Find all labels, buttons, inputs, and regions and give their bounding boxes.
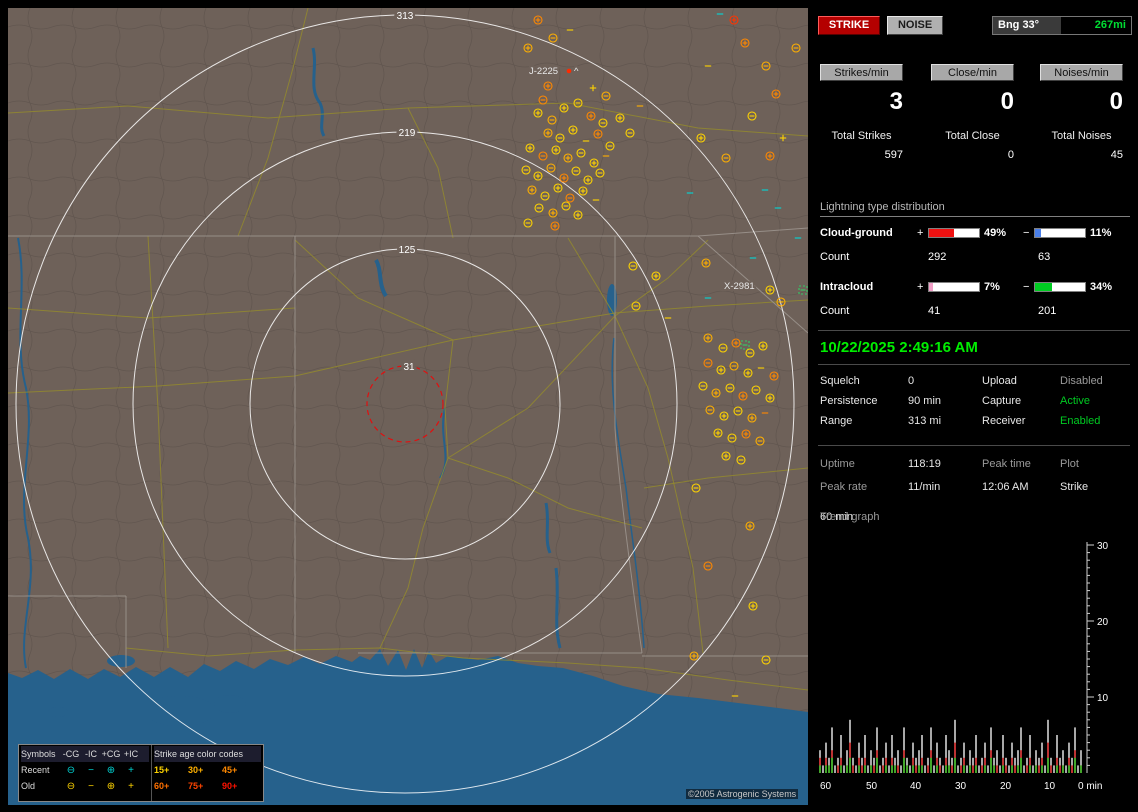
- total-noises-value: 45: [1110, 149, 1123, 161]
- legend-symbols-header: Symbols: [21, 749, 56, 759]
- cg-neg-sign: −: [1023, 226, 1030, 239]
- svg-text:50: 50: [866, 781, 878, 792]
- receiver-label: Receiver: [982, 415, 1026, 427]
- station-id-label: J-2225: [529, 66, 558, 77]
- ic-pos-count: 41: [928, 304, 941, 317]
- strikes-per-min-button[interactable]: Strikes/min: [820, 64, 903, 81]
- cg-pos-count: 292: [928, 250, 947, 263]
- cg-pos-bar: [928, 227, 980, 238]
- ic-neg-pct: 34%: [1090, 280, 1113, 293]
- total-strikes-value: 597: [884, 149, 903, 161]
- ic-pos-pct: 7%: [984, 280, 1000, 293]
- total-close-value: 0: [1007, 149, 1014, 161]
- svg-text:40: 40: [910, 781, 922, 792]
- legend-col-nic: -IC: [85, 749, 97, 759]
- squelch-label: Squelch: [820, 375, 860, 387]
- close-per-min-button[interactable]: Close/min: [931, 64, 1014, 81]
- cg-pos-sign: +: [917, 226, 924, 239]
- ring-distance-label: 31: [403, 362, 415, 373]
- svg-text:30: 30: [955, 781, 967, 792]
- ic-neg-bar: [1034, 281, 1086, 292]
- station-strike-dot: [566, 68, 572, 74]
- station-id-label: X-2981: [724, 281, 755, 292]
- map-legend: Symbols -CG -IC +CG +IC Recent ⊖ − ⊕ + Old …: [18, 744, 264, 802]
- legend-col-pcg: +CG: [101, 749, 121, 759]
- ic-pos-sign: +: [917, 280, 924, 293]
- upload-label: Upload: [982, 375, 1017, 387]
- trend-graph-label: Trend graph: [820, 511, 880, 523]
- ring-distance-label: 313: [397, 11, 414, 22]
- upload-status: Disabled: [1060, 375, 1103, 387]
- strike-button[interactable]: STRIKE: [818, 16, 880, 35]
- svg-text:60: 60: [820, 781, 832, 792]
- cg-pos-pct: 49%: [984, 226, 1007, 239]
- total-noises-label: Total Noises: [1051, 130, 1112, 142]
- noises-per-min-button[interactable]: Noises/min: [1040, 64, 1123, 81]
- peak-time-value: 12:06 AM: [982, 481, 1029, 493]
- close-per-min-value: 0: [1000, 88, 1014, 115]
- copyright-text: ©2005 Astrogenic Systems: [686, 789, 799, 799]
- legend-recent-label: Recent: [21, 765, 50, 775]
- datetime-display: 10/22/2025 2:49:16 AM: [820, 339, 978, 356]
- peak-rate-value: 11/min: [908, 481, 941, 493]
- svg-text:0 min: 0 min: [1078, 781, 1102, 792]
- legend-col-ncg: -CG: [62, 749, 80, 759]
- squelch-value: 0: [908, 375, 915, 387]
- cg-neg-count: 63: [1038, 250, 1051, 263]
- svg-text:20: 20: [1000, 781, 1012, 792]
- bearing-label: Bng 33°: [993, 17, 1061, 34]
- ic-pos-bar: [928, 281, 980, 292]
- svg-text:20: 20: [1097, 617, 1109, 628]
- range-value: 313 mi: [908, 415, 942, 427]
- legend-age-row-1: 15+ 30+ 45+: [154, 765, 238, 775]
- bearing-display: Bng 33° 267mi: [992, 16, 1132, 35]
- distribution-title: Lightning type distribution: [820, 201, 1130, 217]
- svg-text:^: ^: [574, 66, 579, 77]
- legend-col-pic: +IC: [123, 749, 139, 759]
- plot-value: Strike: [1060, 481, 1089, 493]
- cloud-ground-label: Cloud-ground: [820, 226, 893, 239]
- map-canvas: 313 219 125 31 J-2225 ^ X-2981: [8, 8, 808, 805]
- uptime-value: 118:19: [908, 458, 941, 470]
- legend-age-row-2: 60+ 75+ 90+: [154, 781, 238, 791]
- cg-count-label: Count: [820, 250, 850, 263]
- app-window: 313 219 125 31 J-2225 ^ X-2981 Symbols -CG -I…: [0, 0, 1138, 812]
- range-label: Range: [820, 415, 853, 427]
- cg-neg-pct: 11%: [1090, 226, 1112, 239]
- lightning-map[interactable]: 313 219 125 31 J-2225 ^ X-2981 Symbols -CG -I…: [8, 8, 808, 805]
- ring-distance-label: 125: [399, 245, 416, 256]
- noise-button[interactable]: NOISE: [887, 16, 944, 35]
- total-strikes-label: Total Strikes: [831, 130, 892, 142]
- svg-text:30: 30: [1097, 541, 1109, 552]
- cg-neg-bar: [1034, 227, 1086, 238]
- strikes-per-min-value: 3: [889, 88, 903, 115]
- uptime-label: Uptime: [820, 458, 855, 470]
- legend-age-header: Strike age color codes: [154, 749, 244, 759]
- plot-label: Plot: [1060, 458, 1079, 470]
- ic-count-label: Count: [820, 304, 850, 317]
- peak-rate-label: Peak rate: [820, 481, 868, 493]
- trend-graph: 30 20 10 60 50 40 30 20 10 0 min: [819, 541, 1109, 792]
- intracloud-label: Intracloud: [820, 280, 874, 293]
- capture-status: Active: [1060, 395, 1090, 407]
- persistence-value: 90 min: [908, 395, 942, 407]
- persistence-label: Persistence: [820, 395, 878, 407]
- bearing-distance: 267mi: [1061, 17, 1131, 34]
- ic-neg-sign: −: [1023, 280, 1030, 293]
- total-close-label: Total Close: [945, 130, 1000, 142]
- peak-time-label: Peak time: [982, 458, 1031, 470]
- legend-recent-symbols: ⊖ − ⊕ +: [66, 764, 134, 776]
- svg-text:10: 10: [1044, 781, 1056, 792]
- ring-distance-label: 219: [399, 128, 416, 139]
- legend-old-label: Old: [21, 781, 36, 791]
- legend-old-symbols: ⊖ − ⊕ +: [66, 780, 134, 792]
- capture-label: Capture: [982, 395, 1022, 407]
- status-panel: STRIKE NOISE Bng 33° 267mi Strikes/min C…: [816, 8, 1132, 805]
- ic-neg-count: 201: [1038, 304, 1057, 317]
- svg-text:10: 10: [1097, 693, 1109, 704]
- receiver-status: Enabled: [1060, 415, 1101, 427]
- noises-per-min-value: 0: [1109, 88, 1123, 115]
